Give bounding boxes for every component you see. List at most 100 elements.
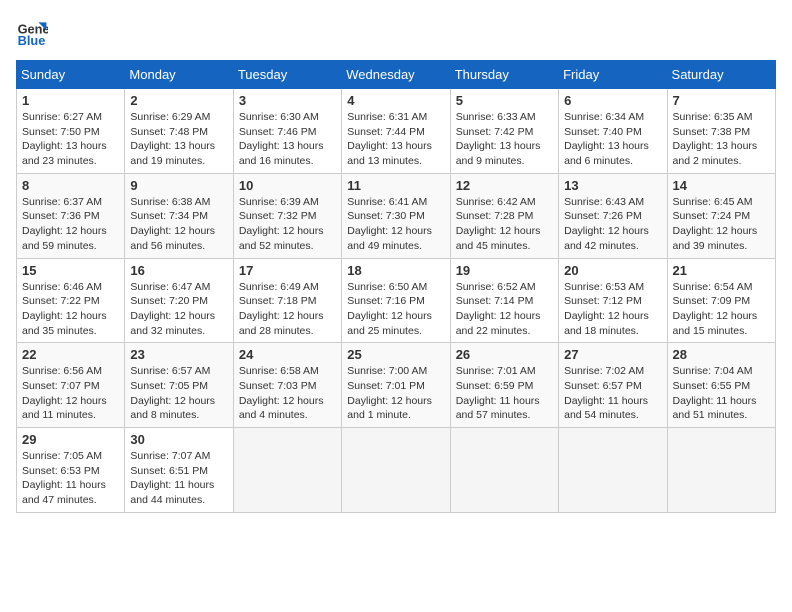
- day-number: 11: [347, 178, 444, 193]
- calendar-cell: 15 Sunrise: 6:46 AMSunset: 7:22 PMDaylig…: [17, 258, 125, 343]
- cell-info: Sunrise: 6:54 AMSunset: 7:09 PMDaylight:…: [673, 281, 758, 337]
- day-number: 17: [239, 263, 336, 278]
- calendar-cell: 21 Sunrise: 6:54 AMSunset: 7:09 PMDaylig…: [667, 258, 775, 343]
- calendar-cell: 5 Sunrise: 6:33 AMSunset: 7:42 PMDayligh…: [450, 89, 558, 174]
- calendar-week-3: 15 Sunrise: 6:46 AMSunset: 7:22 PMDaylig…: [17, 258, 776, 343]
- day-header-saturday: Saturday: [667, 61, 775, 89]
- day-header-monday: Monday: [125, 61, 233, 89]
- cell-info: Sunrise: 6:43 AMSunset: 7:26 PMDaylight:…: [564, 196, 649, 252]
- day-number: 1: [22, 93, 119, 108]
- day-number: 13: [564, 178, 661, 193]
- day-number: 15: [22, 263, 119, 278]
- day-number: 18: [347, 263, 444, 278]
- cell-info: Sunrise: 6:47 AMSunset: 7:20 PMDaylight:…: [130, 281, 215, 337]
- day-number: 7: [673, 93, 770, 108]
- cell-info: Sunrise: 6:46 AMSunset: 7:22 PMDaylight:…: [22, 281, 107, 337]
- day-number: 9: [130, 178, 227, 193]
- day-number: 21: [673, 263, 770, 278]
- day-number: 19: [456, 263, 553, 278]
- calendar-cell: 3 Sunrise: 6:30 AMSunset: 7:46 PMDayligh…: [233, 89, 341, 174]
- cell-info: Sunrise: 6:50 AMSunset: 7:16 PMDaylight:…: [347, 281, 432, 337]
- calendar-cell: [233, 428, 341, 513]
- day-header-tuesday: Tuesday: [233, 61, 341, 89]
- calendar-cell: [342, 428, 450, 513]
- cell-info: Sunrise: 6:38 AMSunset: 7:34 PMDaylight:…: [130, 196, 215, 252]
- calendar-cell: [450, 428, 558, 513]
- day-header-wednesday: Wednesday: [342, 61, 450, 89]
- header-row: SundayMondayTuesdayWednesdayThursdayFrid…: [17, 61, 776, 89]
- calendar-cell: 2 Sunrise: 6:29 AMSunset: 7:48 PMDayligh…: [125, 89, 233, 174]
- calendar-cell: [559, 428, 667, 513]
- cell-info: Sunrise: 6:41 AMSunset: 7:30 PMDaylight:…: [347, 196, 432, 252]
- cell-info: Sunrise: 6:29 AMSunset: 7:48 PMDaylight:…: [130, 111, 215, 167]
- cell-info: Sunrise: 7:00 AMSunset: 7:01 PMDaylight:…: [347, 365, 432, 421]
- day-header-friday: Friday: [559, 61, 667, 89]
- day-number: 10: [239, 178, 336, 193]
- calendar-cell: 24 Sunrise: 6:58 AMSunset: 7:03 PMDaylig…: [233, 343, 341, 428]
- day-header-sunday: Sunday: [17, 61, 125, 89]
- calendar-cell: 25 Sunrise: 7:00 AMSunset: 7:01 PMDaylig…: [342, 343, 450, 428]
- day-number: 6: [564, 93, 661, 108]
- calendar-cell: 11 Sunrise: 6:41 AMSunset: 7:30 PMDaylig…: [342, 173, 450, 258]
- day-number: 4: [347, 93, 444, 108]
- cell-info: Sunrise: 6:37 AMSunset: 7:36 PMDaylight:…: [22, 196, 107, 252]
- calendar-week-4: 22 Sunrise: 6:56 AMSunset: 7:07 PMDaylig…: [17, 343, 776, 428]
- calendar-cell: 19 Sunrise: 6:52 AMSunset: 7:14 PMDaylig…: [450, 258, 558, 343]
- calendar-week-5: 29 Sunrise: 7:05 AMSunset: 6:53 PMDaylig…: [17, 428, 776, 513]
- calendar-cell: 7 Sunrise: 6:35 AMSunset: 7:38 PMDayligh…: [667, 89, 775, 174]
- day-number: 22: [22, 347, 119, 362]
- cell-info: Sunrise: 6:52 AMSunset: 7:14 PMDaylight:…: [456, 281, 541, 337]
- day-number: 29: [22, 432, 119, 447]
- logo: General Blue: [16, 16, 52, 48]
- day-header-thursday: Thursday: [450, 61, 558, 89]
- day-number: 16: [130, 263, 227, 278]
- day-number: 20: [564, 263, 661, 278]
- cell-info: Sunrise: 6:35 AMSunset: 7:38 PMDaylight:…: [673, 111, 758, 167]
- logo-icon: General Blue: [16, 16, 48, 48]
- cell-info: Sunrise: 6:39 AMSunset: 7:32 PMDaylight:…: [239, 196, 324, 252]
- cell-info: Sunrise: 6:57 AMSunset: 7:05 PMDaylight:…: [130, 365, 215, 421]
- day-number: 28: [673, 347, 770, 362]
- svg-text:Blue: Blue: [18, 33, 46, 48]
- cell-info: Sunrise: 7:02 AMSunset: 6:57 PMDaylight:…: [564, 365, 648, 421]
- calendar-table: SundayMondayTuesdayWednesdayThursdayFrid…: [16, 60, 776, 513]
- cell-info: Sunrise: 7:07 AMSunset: 6:51 PMDaylight:…: [130, 450, 214, 506]
- cell-info: Sunrise: 6:56 AMSunset: 7:07 PMDaylight:…: [22, 365, 107, 421]
- calendar-cell: 27 Sunrise: 7:02 AMSunset: 6:57 PMDaylig…: [559, 343, 667, 428]
- calendar-cell: 23 Sunrise: 6:57 AMSunset: 7:05 PMDaylig…: [125, 343, 233, 428]
- day-number: 12: [456, 178, 553, 193]
- calendar-cell: 13 Sunrise: 6:43 AMSunset: 7:26 PMDaylig…: [559, 173, 667, 258]
- calendar-week-1: 1 Sunrise: 6:27 AMSunset: 7:50 PMDayligh…: [17, 89, 776, 174]
- cell-info: Sunrise: 6:49 AMSunset: 7:18 PMDaylight:…: [239, 281, 324, 337]
- calendar-cell: 10 Sunrise: 6:39 AMSunset: 7:32 PMDaylig…: [233, 173, 341, 258]
- cell-info: Sunrise: 6:42 AMSunset: 7:28 PMDaylight:…: [456, 196, 541, 252]
- header: General Blue: [16, 16, 776, 48]
- calendar-cell: 8 Sunrise: 6:37 AMSunset: 7:36 PMDayligh…: [17, 173, 125, 258]
- calendar-cell: 17 Sunrise: 6:49 AMSunset: 7:18 PMDaylig…: [233, 258, 341, 343]
- day-number: 23: [130, 347, 227, 362]
- calendar-cell: 28 Sunrise: 7:04 AMSunset: 6:55 PMDaylig…: [667, 343, 775, 428]
- cell-info: Sunrise: 6:27 AMSunset: 7:50 PMDaylight:…: [22, 111, 107, 167]
- day-number: 3: [239, 93, 336, 108]
- calendar-cell: 12 Sunrise: 6:42 AMSunset: 7:28 PMDaylig…: [450, 173, 558, 258]
- day-number: 5: [456, 93, 553, 108]
- calendar-cell: 29 Sunrise: 7:05 AMSunset: 6:53 PMDaylig…: [17, 428, 125, 513]
- calendar-cell: 30 Sunrise: 7:07 AMSunset: 6:51 PMDaylig…: [125, 428, 233, 513]
- calendar-cell: 18 Sunrise: 6:50 AMSunset: 7:16 PMDaylig…: [342, 258, 450, 343]
- day-number: 26: [456, 347, 553, 362]
- calendar-cell: 22 Sunrise: 6:56 AMSunset: 7:07 PMDaylig…: [17, 343, 125, 428]
- cell-info: Sunrise: 7:04 AMSunset: 6:55 PMDaylight:…: [673, 365, 757, 421]
- calendar-cell: 20 Sunrise: 6:53 AMSunset: 7:12 PMDaylig…: [559, 258, 667, 343]
- calendar-cell: 4 Sunrise: 6:31 AMSunset: 7:44 PMDayligh…: [342, 89, 450, 174]
- cell-info: Sunrise: 7:01 AMSunset: 6:59 PMDaylight:…: [456, 365, 540, 421]
- day-number: 14: [673, 178, 770, 193]
- cell-info: Sunrise: 6:45 AMSunset: 7:24 PMDaylight:…: [673, 196, 758, 252]
- day-number: 25: [347, 347, 444, 362]
- cell-info: Sunrise: 6:34 AMSunset: 7:40 PMDaylight:…: [564, 111, 649, 167]
- calendar-week-2: 8 Sunrise: 6:37 AMSunset: 7:36 PMDayligh…: [17, 173, 776, 258]
- cell-info: Sunrise: 6:33 AMSunset: 7:42 PMDaylight:…: [456, 111, 541, 167]
- calendar-cell: [667, 428, 775, 513]
- day-number: 27: [564, 347, 661, 362]
- calendar-cell: 16 Sunrise: 6:47 AMSunset: 7:20 PMDaylig…: [125, 258, 233, 343]
- cell-info: Sunrise: 7:05 AMSunset: 6:53 PMDaylight:…: [22, 450, 106, 506]
